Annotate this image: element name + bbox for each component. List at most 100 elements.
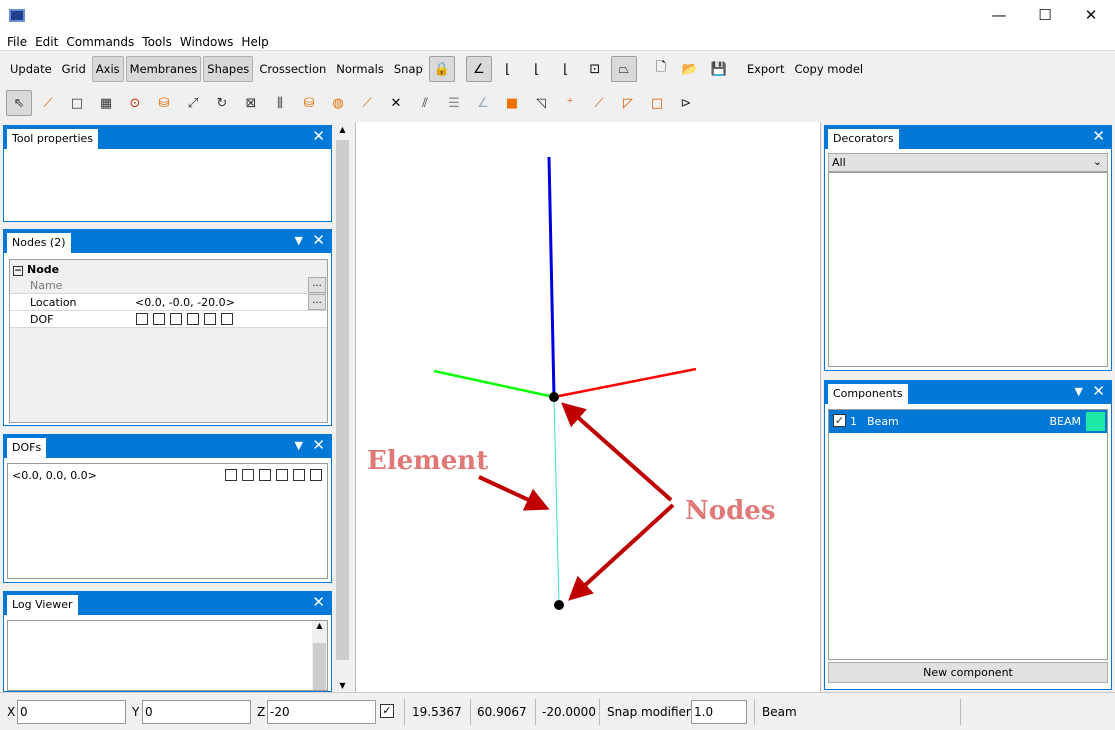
snap-modifier-input[interactable]: 1.0 (691, 700, 747, 724)
dof-checkbox[interactable] (221, 313, 233, 325)
line-segment-icon[interactable]: ⟋ (354, 90, 380, 116)
close-icon[interactable]: ✕ (312, 231, 325, 249)
maximize-button[interactable]: ☐ (1022, 0, 1068, 31)
dof-checkbox[interactable] (310, 469, 322, 481)
close-icon[interactable]: ✕ (312, 436, 325, 454)
menu-edit[interactable]: Edit (31, 31, 62, 49)
component-color-swatch[interactable] (1086, 412, 1105, 431)
dropdown-icon[interactable]: ▼ (295, 439, 303, 452)
sphere-split-icon[interactable]: ◍ (325, 90, 351, 116)
save-icon[interactable]: 💾 (706, 56, 732, 82)
close-icon[interactable]: ✕ (312, 593, 325, 611)
dof-checkbox[interactable] (153, 313, 165, 325)
node[interactable] (549, 392, 559, 402)
dof-checkbox[interactable] (187, 313, 199, 325)
node[interactable] (554, 600, 564, 610)
fit-view-icon[interactable]: ⊡ (582, 56, 608, 82)
add-element-icon[interactable]: ⟋ (586, 90, 612, 116)
close-icon[interactable]: ✕ (1092, 382, 1105, 400)
scroll-thumb[interactable] (336, 140, 349, 660)
dof-checkbox[interactable] (293, 469, 305, 481)
add-grid-rect-icon[interactable]: ▦ (93, 90, 119, 116)
intersect-icon[interactable]: ✕ (383, 90, 409, 116)
add-triangle-icon[interactable]: ◸ (615, 90, 641, 116)
dropdown-icon[interactable]: ▼ (1075, 385, 1083, 398)
scale-icon[interactable]: ⊠ (238, 90, 264, 116)
new-file-icon[interactable]: 🗋 (648, 56, 674, 82)
parallel-icon[interactable]: ⫽ (412, 90, 438, 116)
toolbar-update-button[interactable]: Update (6, 56, 56, 82)
snap-lock-icon[interactable]: 🔒 (428, 56, 455, 82)
close-icon[interactable]: ✕ (312, 127, 325, 145)
add-cylinder-icon[interactable]: ⛁ (151, 90, 177, 116)
left-scrollbar[interactable]: ▲ ▼ (334, 122, 351, 692)
ellipsis-button[interactable]: ... (308, 294, 326, 310)
select-pointer-icon[interactable]: ⇖ (6, 90, 32, 116)
menu-commands[interactable]: Commands (62, 31, 138, 49)
menu-bar: File Edit Commands Tools Windows Help (0, 31, 1115, 51)
view-xy-icon[interactable]: ⌊ (495, 56, 521, 82)
export-button[interactable]: Export (743, 56, 789, 82)
3d-viewport[interactable]: Element Nodes (355, 122, 821, 692)
beam-section-icon[interactable]: ☰ (441, 90, 467, 116)
dof-checkbox[interactable] (259, 469, 271, 481)
close-button[interactable]: ✕ (1068, 0, 1114, 31)
property-row-name[interactable]: Name... (10, 277, 327, 294)
toolbar-snap-button[interactable]: Snap (390, 56, 427, 82)
menu-help[interactable]: Help (237, 31, 272, 49)
toolbar-crossection-button[interactable]: Crossection (255, 56, 330, 82)
y-axis (433, 369, 555, 399)
view-xz-icon[interactable]: ⌊ (524, 56, 550, 82)
menu-tools[interactable]: Tools (138, 31, 176, 49)
log-scrollbar[interactable]: ▲ (312, 621, 327, 690)
add-node-icon[interactable]: ⁺ (557, 90, 583, 116)
z-input[interactable]: -20 (267, 700, 376, 724)
component-row[interactable]: ✓ 1 Beam BEAM (829, 410, 1107, 433)
close-icon[interactable]: ✕ (1092, 127, 1105, 145)
dof-checkbox[interactable] (136, 313, 148, 325)
beam-element[interactable] (553, 396, 560, 606)
dropdown-icon[interactable]: ▼ (295, 234, 303, 247)
minimize-button[interactable]: — (976, 0, 1022, 31)
ellipsis-button[interactable]: ... (308, 277, 326, 293)
add-line-icon[interactable]: ⟋ (35, 90, 61, 116)
x-input[interactable]: 0 (17, 700, 126, 724)
toolbar-shapes-button[interactable]: Shapes (203, 56, 254, 82)
toolbar-normals-button[interactable]: Normals (332, 56, 388, 82)
decorator-filter-select[interactable]: All ⌄ (828, 153, 1108, 172)
angle-icon[interactable]: ∠ (470, 90, 496, 116)
add-quad-icon[interactable]: □ (644, 90, 670, 116)
open-folder-icon[interactable]: 📂 (677, 56, 703, 82)
view-iso-icon[interactable]: ∠ (465, 56, 492, 82)
dof-checkbox[interactable] (204, 313, 216, 325)
array-icon[interactable]: ⫼ (267, 90, 293, 116)
view-yz-icon[interactable]: ⌊ (553, 56, 579, 82)
component-checkbox[interactable]: ✓ (833, 414, 846, 427)
dof-checkbox[interactable] (170, 313, 182, 325)
rotate-icon[interactable]: ↻ (209, 90, 235, 116)
menu-file[interactable]: File (3, 31, 31, 49)
new-component-button[interactable]: New component (828, 662, 1108, 683)
add-membrane-icon[interactable]: ■ (499, 90, 525, 116)
dof-checkbox[interactable] (242, 469, 254, 481)
property-row-location[interactable]: Location <0.0, -0.0, -20.0>... (10, 294, 327, 311)
toolbar-grid-button[interactable]: Grid (58, 56, 90, 82)
y-input[interactable]: 0 (142, 700, 251, 724)
move-icon[interactable]: ⤢ (180, 90, 206, 116)
property-row-dof[interactable]: DOF (10, 311, 327, 328)
menu-windows[interactable]: Windows (176, 31, 238, 49)
add-circle-icon[interactable]: ⊙ (122, 90, 148, 116)
property-value[interactable]: <0.0, -0.0, -20.0> (135, 296, 235, 309)
dof-checkbox[interactable] (276, 469, 288, 481)
copy-model-button[interactable]: Copy model (790, 56, 867, 82)
dof-checkbox[interactable] (225, 469, 237, 481)
collapse-icon[interactable]: − (13, 266, 23, 276)
toolbar-axis-button[interactable]: Axis (91, 56, 124, 82)
toolbar-membranes-button[interactable]: Membranes (125, 56, 202, 82)
link-icon[interactable]: ⊳ (673, 90, 699, 116)
add-triangle-rect-icon[interactable]: ◹ (528, 90, 554, 116)
perspective-icon[interactable]: ⏢ (610, 56, 637, 82)
lock-checkbox[interactable]: ✓ (380, 704, 394, 718)
cylinder-split-icon[interactable]: ⛁ (296, 90, 322, 116)
add-rectangle-icon[interactable]: □ (64, 90, 90, 116)
